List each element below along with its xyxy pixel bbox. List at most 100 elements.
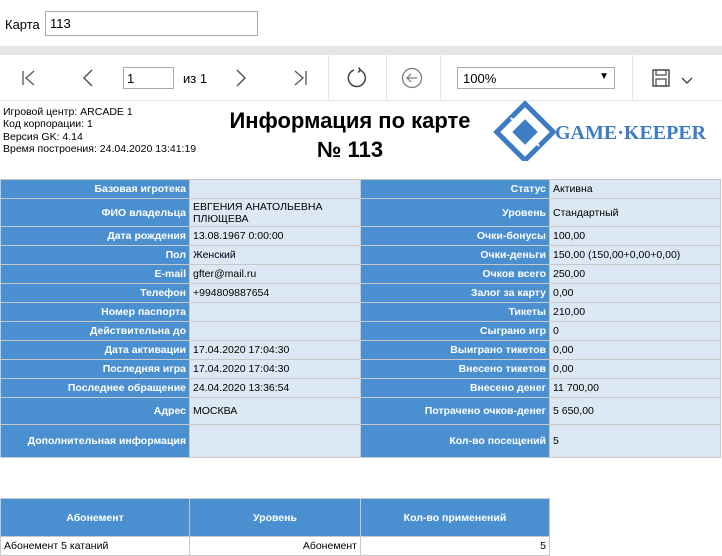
page-number-input[interactable]: [123, 67, 174, 89]
field-value: 11 700,00: [549, 378, 721, 398]
first-page-icon: [22, 70, 35, 86]
field-label: Внесено денег: [360, 378, 550, 398]
field-label: Внесено тикетов: [360, 359, 550, 379]
subscriptions-header-row: Абонемент Уровень Кол-во применений: [0, 498, 550, 537]
field-value: Стандартный: [549, 198, 721, 227]
zoom-select[interactable]: 100% ▼: [457, 67, 615, 89]
table-row: Телефон +994809887654 Залог за карту 0,00: [0, 283, 721, 303]
field-value: ЕВГЕНИЯ АНАТОЛЬЕВНА ПЛЮЩЕВА: [189, 198, 361, 227]
toolbar-separator: [440, 55, 441, 101]
last-page-button[interactable]: [289, 67, 311, 89]
field-value: 5: [549, 424, 721, 458]
field-label: Дата рождения: [0, 226, 190, 246]
page-count: из 1: [183, 71, 208, 86]
field-value: 13.08.1967 0:00:00: [189, 226, 361, 246]
title-line: № 113: [316, 137, 384, 162]
field-label: ФИО владельца: [0, 198, 190, 227]
table-row: Базовая игротека Статус Активна: [0, 179, 721, 199]
table-row: Пол Женский Очки-деньги 150,00 (150,00+0,00…: [0, 245, 721, 265]
field-value: [189, 179, 361, 199]
toolbar-separator: [328, 55, 329, 101]
table-row: Дополнительная информация Кол-во посещени…: [0, 424, 721, 458]
chevron-down-icon: [681, 77, 693, 84]
field-value: 250,00: [549, 264, 721, 284]
field-label: Дополнительная информация: [0, 424, 190, 458]
field-value: 5 650,00: [549, 397, 721, 425]
field-label: Потрачено очков-денег: [360, 397, 550, 425]
field-label: Статус: [360, 179, 550, 199]
field-label: Кол-во посещений: [360, 424, 550, 458]
field-value: Женский: [189, 245, 361, 265]
subscriptions-table: Абонемент Уровень Кол-во применений Абон…: [0, 498, 550, 556]
last-page-icon: [294, 70, 307, 86]
card-param-label: Карта: [5, 17, 40, 32]
field-label: Адрес: [0, 397, 190, 425]
back-button[interactable]: [401, 67, 423, 89]
table-row: Адрес МОСКВА Потрачено очков-денег 5 650,00: [0, 397, 721, 425]
table-row: Абонемент 5 катаний Абонемент 5: [0, 536, 550, 556]
field-value: 150,00 (150,00+0,00+0,00): [549, 245, 721, 265]
field-label: Тикеты: [360, 302, 550, 322]
refresh-icon: [347, 67, 367, 88]
export-button[interactable]: [650, 67, 672, 89]
back-arrow-icon: [401, 67, 423, 89]
card-param-input[interactable]: [45, 11, 258, 36]
meta-line: Время построения: 24.04.2020 13:41:19: [3, 142, 197, 155]
field-value: 24.04.2020 13:36:54: [189, 378, 361, 398]
title-line: Информация по карте: [229, 108, 471, 133]
field-value: 210,00: [549, 302, 721, 322]
field-value: [189, 321, 361, 341]
table-row: Дата активации 17.04.2020 17:04:30 Выигран…: [0, 340, 721, 360]
field-label: Последняя игра: [0, 359, 190, 379]
field-value: gfter@mail.ru: [189, 264, 361, 284]
field-value: 0: [549, 321, 721, 341]
table-cell: Абонемент 5 катаний: [0, 536, 190, 556]
field-value: +994809887654: [189, 283, 361, 303]
field-value: Активна: [549, 179, 721, 199]
field-label: Номер паспорта: [0, 302, 190, 322]
meta-line: Версия GK: 4.14: [3, 130, 83, 143]
toolbar-separator: [632, 55, 633, 101]
field-value: 17.04.2020 17:04:30: [189, 359, 361, 379]
field-label: Телефон: [0, 283, 190, 303]
parameter-bar: Карта: [0, 0, 722, 46]
table-row: E-mail gfter@mail.ru Очков всего 250,00: [0, 264, 721, 284]
report-meta: Игровой центр: ARCADE 1 Код корпорации: …: [3, 106, 196, 155]
table-row: Номер паспорта Тикеты 210,00: [0, 302, 721, 322]
field-value: [189, 302, 361, 322]
zoom-value: 100%: [463, 71, 497, 86]
field-value: 17.04.2020 17:04:30: [189, 340, 361, 360]
field-label: Очки-бонусы: [360, 226, 550, 246]
field-label: Пол: [0, 245, 190, 265]
table-row: Последнее обращение 24.04.2020 13:36:54 Вн…: [0, 378, 721, 398]
table-cell: 5: [360, 536, 550, 556]
field-value: [189, 424, 361, 458]
game-keeper-logo: GAME·KEEPER: [493, 100, 722, 164]
save-icon: [652, 69, 670, 87]
meta-line: Код корпорации: 1: [3, 118, 93, 131]
dropdown-arrow-icon: ▼: [599, 71, 609, 82]
splitter[interactable]: [0, 46, 722, 55]
card-info-table: Базовая игротека Статус Активна ФИО владель…: [0, 179, 721, 458]
chevron-right-icon: [236, 69, 247, 87]
field-value: 0,00: [549, 340, 721, 360]
chevron-left-icon: [82, 69, 93, 87]
field-label: Уровень: [360, 198, 550, 227]
column-header: Уровень: [189, 498, 361, 537]
refresh-button[interactable]: [346, 67, 368, 89]
table-row: Действительна до Сыграно игр 0: [0, 321, 721, 341]
export-dropdown-button[interactable]: [676, 69, 698, 91]
game-keeper-logo-image: GAME·KEEPER: [493, 100, 707, 164]
column-header: Абонемент: [0, 498, 190, 537]
prev-page-button[interactable]: [77, 67, 99, 89]
field-value: МОСКВА: [189, 397, 361, 425]
field-value: 0,00: [549, 359, 721, 379]
table-row: Дата рождения 13.08.1967 0:00:00 Очки-бону…: [0, 226, 721, 246]
field-label: E-mail: [0, 264, 190, 284]
report-toolbar: из 1 100% ▼: [0, 55, 722, 101]
next-page-button[interactable]: [230, 67, 252, 89]
table-cell: Абонемент: [189, 536, 361, 556]
first-page-button[interactable]: [18, 67, 40, 89]
svg-text:GAME·KEEPER: GAME·KEEPER: [555, 122, 707, 144]
toolbar-separator: [386, 55, 387, 101]
